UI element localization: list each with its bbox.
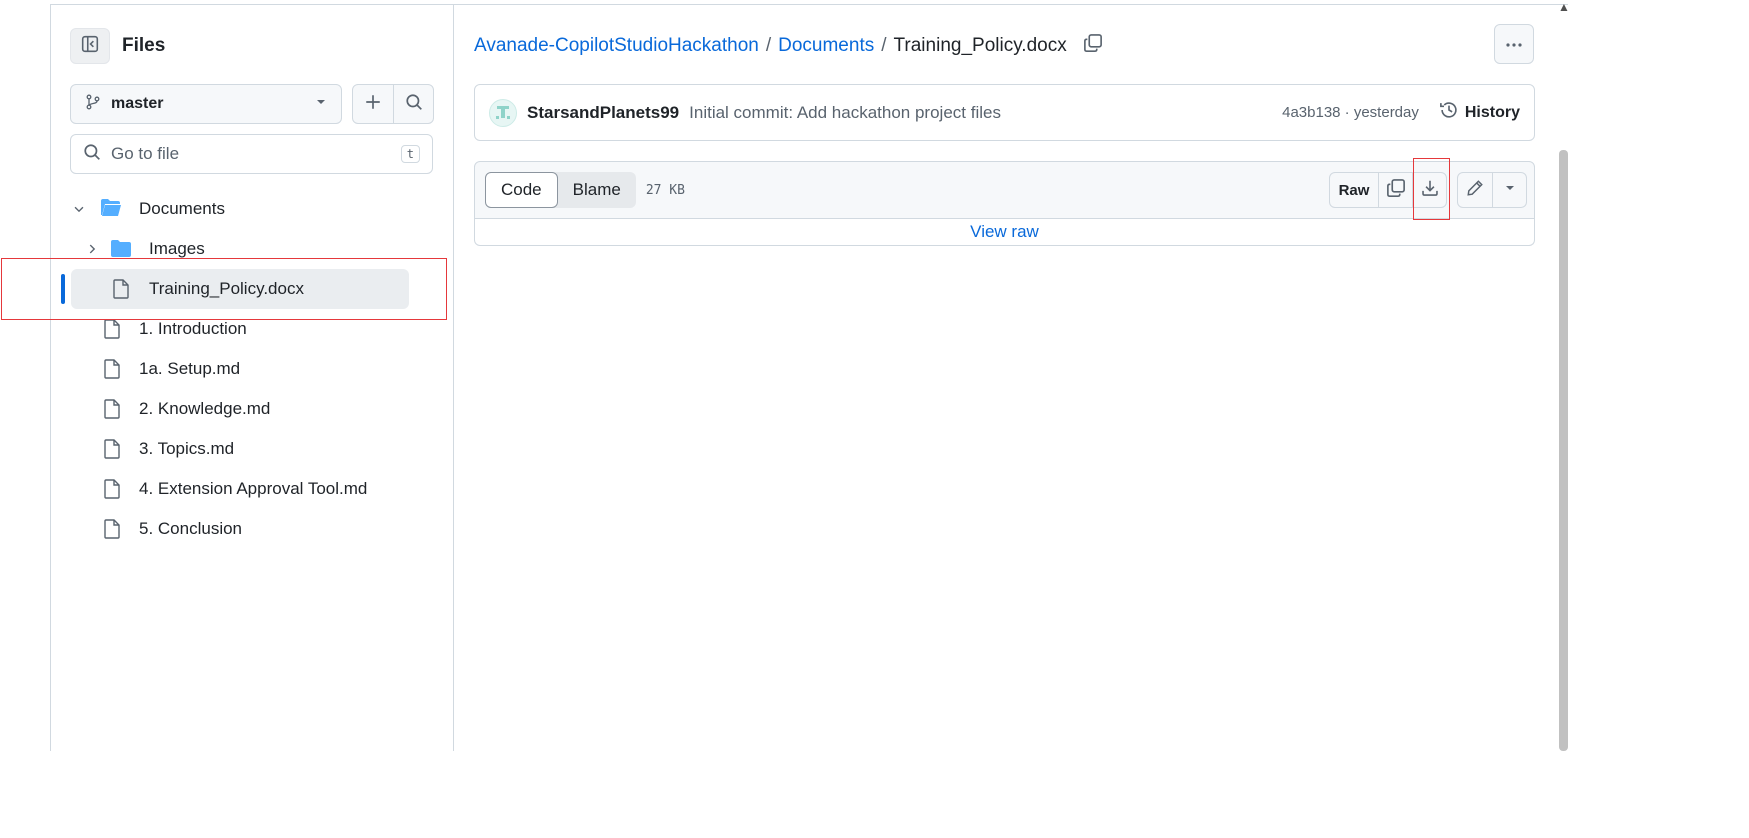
tab-blame[interactable]: Blame	[558, 172, 636, 208]
vertical-scrollbar[interactable]	[1559, 150, 1568, 751]
history-icon	[1439, 100, 1459, 125]
tree-item-label: 5. Conclusion	[139, 519, 243, 538]
copy-icon	[1083, 33, 1103, 59]
breadcrumb: Avanade-CopilotStudioHackathon / Documen…	[474, 33, 1103, 59]
file-icon	[103, 359, 121, 384]
kebab-horizontal-icon	[1505, 35, 1523, 53]
keyboard-shortcut-hint: t	[400, 145, 420, 163]
history-label: History	[1464, 103, 1520, 121]
file-icon	[103, 319, 121, 344]
search-placeholder: Go to file	[111, 144, 180, 163]
search-icon	[405, 93, 423, 116]
highlight-box-selected-file	[1, 258, 447, 320]
breadcrumb-repo-link[interactable]: Avanade-CopilotStudioHackathon	[474, 35, 759, 57]
breadcrumb-separator: /	[881, 35, 887, 56]
edit-file-button[interactable]	[1458, 173, 1492, 207]
search-icon	[83, 143, 101, 166]
file-header: Code Blame 27 KB Raw	[474, 161, 1535, 219]
history-button[interactable]: History	[1439, 100, 1520, 125]
copy-path-button[interactable]	[1083, 33, 1103, 59]
tree-actions	[352, 84, 434, 124]
commit-message[interactable]: Initial commit: Add hackathon project fi…	[689, 103, 1001, 123]
scroll-up-arrow-icon[interactable]: ▲	[1558, 0, 1570, 14]
triangle-down-icon	[1504, 181, 1516, 199]
file-icon	[103, 439, 121, 464]
tree-item-label: 1a. Setup.md	[139, 359, 241, 378]
edit-group	[1457, 172, 1527, 208]
sidebar-title: Files	[122, 35, 166, 56]
left-gutter	[0, 0, 50, 751]
file-sidebar: Files master Go to file t Documents Imag…	[50, 4, 454, 751]
tree-item-topics[interactable]: 3. Topics.md	[50, 429, 454, 469]
folder-open-icon	[100, 198, 122, 223]
search-files-button[interactable]	[393, 85, 433, 123]
copy-icon	[1386, 178, 1406, 203]
tree-item-knowledge[interactable]: 2. Knowledge.md	[50, 389, 454, 429]
tree-item-label: Images	[149, 239, 205, 258]
chevron-down-icon	[315, 95, 327, 113]
file-icon	[103, 399, 121, 424]
add-file-button[interactable]	[353, 85, 393, 123]
file-icon	[103, 519, 121, 544]
tree-item-documents[interactable]: Documents	[50, 189, 454, 229]
highlight-box-download	[1413, 158, 1450, 220]
file-icon	[103, 479, 121, 504]
tab-code[interactable]: Code	[485, 172, 558, 208]
branch-name: master	[111, 95, 164, 112]
breadcrumb-folder-link[interactable]: Documents	[778, 35, 874, 57]
commit-meta[interactable]: 4a3b138 · yesterday	[1282, 104, 1419, 121]
sidebar-collapse-icon	[81, 35, 99, 58]
file-size: 27 KB	[645, 182, 685, 198]
raw-button[interactable]: Raw	[1330, 173, 1378, 207]
tree-item-setup[interactable]: 1a. Setup.md	[50, 349, 454, 389]
latest-commit-bar: StarsandPlanets99 Initial commit: Add ha…	[474, 84, 1535, 141]
copy-raw-button[interactable]	[1378, 173, 1412, 207]
tree-item-label: 4. Extension Approval Tool.md	[139, 479, 368, 498]
edit-options-dropdown[interactable]	[1492, 173, 1526, 207]
more-options-button[interactable]	[1494, 24, 1534, 64]
view-mode-toggle: Code Blame	[485, 172, 636, 208]
tree-item-label: Documents	[139, 199, 225, 218]
breadcrumb-separator: /	[765, 35, 772, 56]
tree-item-conclusion[interactable]: 5. Conclusion	[50, 509, 454, 549]
tree-item-extension-approval-tool[interactable]: 4. Extension Approval Tool.md	[50, 469, 454, 509]
collapse-sidebar-button[interactable]	[70, 28, 110, 64]
files-header: Files	[70, 28, 165, 64]
avatar[interactable]	[489, 98, 517, 127]
breadcrumb-current-file: Training_Policy.docx	[893, 35, 1067, 56]
tree-item-label: 3. Topics.md	[139, 439, 235, 458]
tree-item-label: 1. Introduction	[139, 319, 247, 338]
file-content: View raw	[474, 218, 1535, 246]
file-tree: Documents Images Training_Policy.docx 1.…	[50, 189, 454, 549]
branch-selector[interactable]: master	[70, 84, 342, 124]
pencil-icon	[1466, 179, 1484, 202]
chevron-down-icon	[72, 201, 86, 221]
view-raw-link[interactable]: View raw	[970, 222, 1039, 242]
git-branch-icon	[85, 94, 101, 115]
plus-icon	[364, 93, 382, 116]
go-to-file-input[interactable]: Go to file t	[70, 134, 433, 174]
tree-item-label: 2. Knowledge.md	[139, 399, 271, 418]
commit-author[interactable]: StarsandPlanets99	[527, 103, 679, 123]
branch-row: master	[70, 84, 434, 124]
